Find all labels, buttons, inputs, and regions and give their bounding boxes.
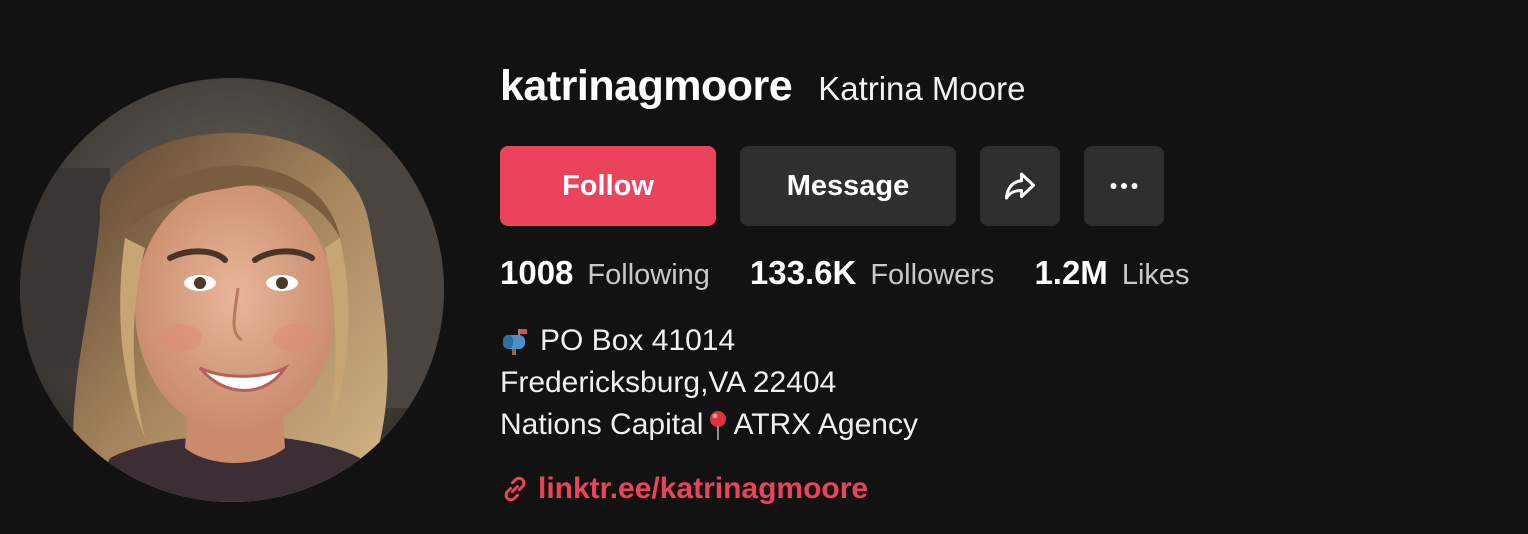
followers-stat[interactable]: 133.6K Followers: [750, 254, 995, 292]
bio-line-1: PO Box 41014: [500, 320, 1480, 362]
follow-button-label: Follow: [562, 169, 654, 202]
profile-link[interactable]: linktr.ee/katrinagmoore: [500, 472, 1480, 506]
share-button[interactable]: [980, 146, 1060, 226]
profile-stats: 1008 Following 133.6K Followers 1.2M Lik…: [500, 254, 1480, 298]
followers-label: Followers: [870, 259, 995, 291]
bio-line-2: Fredericksburg,VA 22404: [500, 362, 1480, 404]
following-label: Following: [587, 259, 710, 291]
profile-link-text: linktr.ee/katrinagmoore: [538, 472, 869, 505]
link-icon: [504, 476, 526, 502]
action-buttons: Follow Message: [500, 146, 1480, 226]
message-button[interactable]: Message: [740, 146, 956, 226]
message-button-label: Message: [786, 169, 910, 202]
bio-address-line-1: PO Box 41014: [540, 324, 736, 357]
username: katrinagmoore: [500, 62, 793, 110]
more-dots-icon: [1110, 183, 1138, 189]
bio-text-agency: ATRX Agency: [733, 408, 918, 441]
likes-count: 1.2M: [1034, 254, 1108, 291]
likes-label: Likes: [1121, 259, 1190, 291]
share-arrow-icon: [1005, 172, 1035, 200]
avatar-image: [20, 78, 444, 502]
profile-info: katrinagmoore Katrina Moore Follow Messa…: [500, 62, 1480, 506]
following-count: 1008: [500, 254, 574, 291]
pin-icon: [710, 411, 727, 440]
bio-line-3: Nations Capital ATRX Agency: [500, 404, 1480, 446]
following-stat[interactable]: 1008 Following: [500, 254, 710, 292]
bio-text-location: Nations Capital: [500, 408, 704, 441]
follow-button[interactable]: Follow: [500, 146, 716, 226]
avatar[interactable]: [20, 78, 444, 502]
likes-stat: 1.2M Likes: [1034, 254, 1189, 292]
more-button[interactable]: [1084, 146, 1164, 226]
mailbox-icon: [503, 329, 527, 355]
followers-count: 133.6K: [749, 254, 857, 291]
name-row: katrinagmoore Katrina Moore: [500, 62, 1480, 122]
bio-address-line-2: Fredericksburg,VA 22404: [500, 366, 837, 399]
display-name: Katrina Moore: [818, 70, 1026, 107]
bio: PO Box 41014 Fredericksburg,VA 22404 Nat…: [500, 320, 1480, 446]
profile-header: katrinagmoore Katrina Moore Follow Messa…: [0, 0, 1528, 534]
